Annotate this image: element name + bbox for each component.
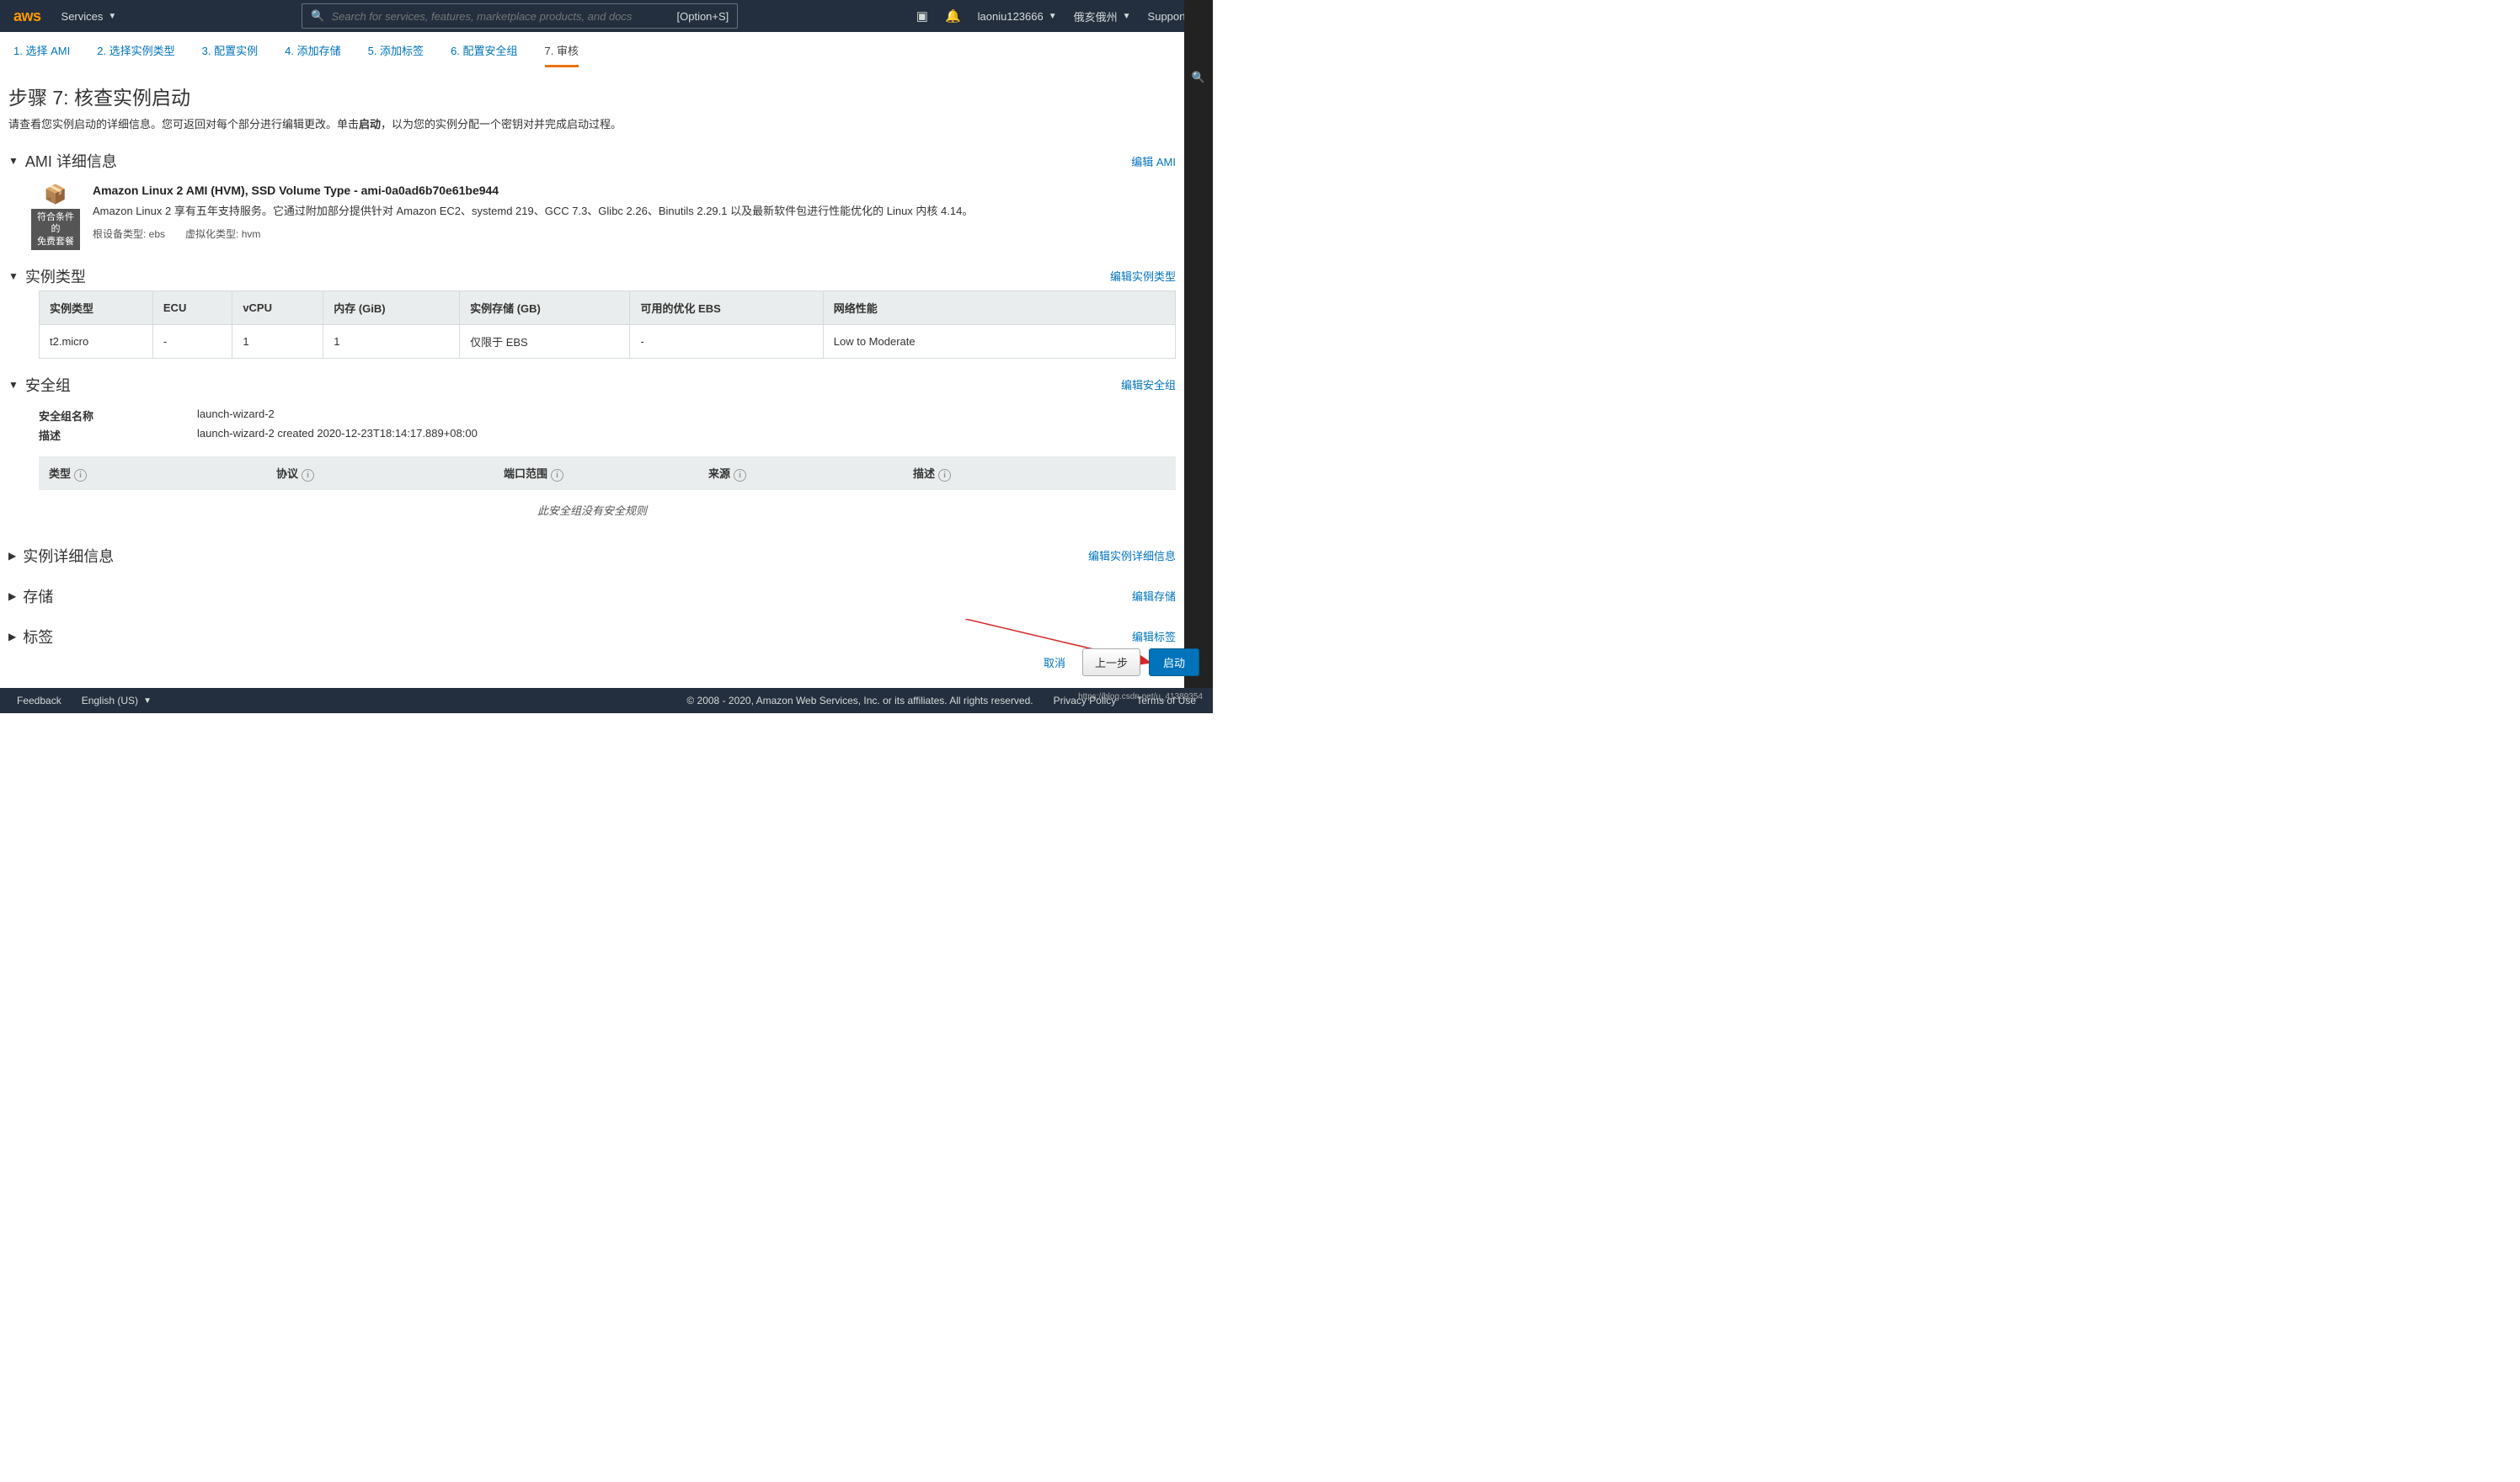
wizard-step-6[interactable]: 6. 配置安全组 (451, 42, 517, 67)
account-menu[interactable]: laoniu123666 ▼ (978, 10, 1057, 23)
edit-details-link[interactable]: 编辑实例详细信息 (1088, 547, 1176, 563)
sg-name-label: 安全组名称 (39, 408, 197, 424)
edit-ami-link[interactable]: 编辑 AMI (1131, 153, 1176, 169)
language-selector[interactable]: English (US) ▼ (82, 695, 152, 706)
table-row: t2.micro - 1 1 仅限于 EBS - Low to Moderate (40, 324, 1176, 358)
side-dock: 🔍 (1184, 0, 1213, 713)
cancel-button[interactable]: 取消 (1035, 649, 1074, 675)
cloudshell-icon[interactable]: ▣ (916, 8, 928, 24)
wizard-step-4[interactable]: 4. 添加存储 (285, 42, 340, 67)
bottom-footer: Feedback English (US) ▼ © 2008 - 2020, A… (0, 688, 1213, 713)
region-label: 俄亥俄州 (1074, 8, 1118, 24)
table-header-row: 实例类型 ECU vCPU 内存 (GiB) 实例存储 (GB) 可用的优化 E… (40, 291, 1176, 324)
search-box[interactable]: 🔍 [Option+S] (302, 3, 738, 29)
section-title-details: 实例详细信息 (23, 545, 114, 567)
section-instance-details: ▶ 实例详细信息 编辑实例详细信息 (8, 541, 1176, 570)
section-instance-type: ▼ 实例类型 编辑实例类型 实例类型 ECU vCPU 内存 (GiB) 实例存… (8, 262, 1176, 359)
sg-desc-label: 描述 (39, 427, 197, 443)
wizard-step-2[interactable]: 2. 选择实例类型 (97, 42, 174, 67)
caret-down-icon: ▼ (1049, 12, 1057, 21)
search-shortcut: [Option+S] (677, 10, 729, 23)
copyright-text: © 2008 - 2020, Amazon Web Services, Inc.… (686, 695, 1033, 706)
page-title: 步骤 7: 核查实例启动 (8, 82, 1176, 110)
info-icon[interactable]: i (551, 469, 563, 482)
info-icon[interactable]: i (938, 469, 951, 482)
edit-tags-link[interactable]: 编辑标签 (1132, 628, 1176, 644)
aws-header: aws Services ▼ 🔍 [Option+S] ▣ 🔔 laoniu12… (0, 0, 1213, 32)
free-tier-badge: 符合条件的 免费套餐 (31, 209, 80, 250)
info-icon[interactable]: i (734, 469, 746, 482)
expand-icon[interactable]: ▶ (8, 590, 16, 602)
header-right: ▣ 🔔 laoniu123666 ▼ 俄亥俄州 ▼ Support ▼ (916, 8, 1199, 24)
aws-logo[interactable]: aws (13, 8, 41, 25)
region-menu[interactable]: 俄亥俄州 ▼ (1074, 8, 1131, 24)
security-rules-table: 类型i 协议i 端口范围i 来源i 描述i (39, 456, 1176, 490)
services-label: Services (61, 10, 104, 23)
ami-title: Amazon Linux 2 AMI (HVM), SSD Volume Typ… (93, 184, 1176, 197)
root-device-type: 根设备类型: ebs (93, 227, 165, 241)
footer-buttons: 取消 上一步 启动 (1035, 648, 1199, 676)
section-ami: ▼ AMI 详细信息 编辑 AMI 📦 符合条件的 免费套餐 Amazon Li… (8, 147, 1176, 250)
wizard-steps: 1. 选择 AMI 2. 选择实例类型 3. 配置实例 4. 添加存储 5. 添… (0, 32, 1184, 77)
section-title-security: 安全组 (25, 374, 71, 396)
collapse-icon[interactable]: ▼ (8, 270, 19, 282)
ami-cube-icon: 📦 (44, 184, 67, 205)
wizard-step-7[interactable]: 7. 审核 (545, 42, 579, 67)
section-security-group: ▼ 安全组 编辑安全组 安全组名称 launch-wizard-2 描述 lau… (8, 370, 1176, 530)
table-header-row: 类型i 协议i 端口范围i 来源i 描述i (39, 456, 1176, 490)
sg-empty-message: 此安全组没有安全规则 (8, 490, 1176, 530)
bell-icon[interactable]: 🔔 (945, 8, 961, 24)
collapse-icon[interactable]: ▼ (8, 379, 19, 391)
previous-button[interactable]: 上一步 (1082, 648, 1140, 676)
section-title-tags: 标签 (23, 626, 53, 648)
info-icon[interactable]: i (302, 469, 314, 482)
services-menu[interactable]: Services ▼ (61, 10, 117, 23)
expand-icon[interactable]: ▶ (8, 631, 16, 642)
search-wrap: 🔍 [Option+S] (302, 3, 738, 29)
section-storage: ▶ 存储 编辑存储 (8, 582, 1176, 610)
sg-desc-value: launch-wizard-2 created 2020-12-23T18:14… (197, 427, 478, 443)
wizard-step-3[interactable]: 3. 配置实例 (202, 42, 258, 67)
main-content: 步骤 7: 核查实例启动 请查看您实例启动的详细信息。您可返回对每个部分进行编辑… (0, 77, 1184, 651)
collapse-icon[interactable]: ▼ (8, 155, 19, 167)
search-icon: 🔍 (311, 9, 324, 23)
caret-down-icon: ▼ (1123, 12, 1131, 21)
caret-down-icon: ▼ (143, 696, 152, 706)
section-title-instance-type: 实例类型 (25, 265, 86, 287)
edit-security-link[interactable]: 编辑安全组 (1121, 376, 1176, 392)
wizard-step-5[interactable]: 5. 添加标签 (368, 42, 424, 67)
expand-icon[interactable]: ▶ (8, 550, 16, 562)
wizard-step-1[interactable]: 1. 选择 AMI (13, 42, 70, 67)
page-description: 请查看您实例启动的详细信息。您可返回对每个部分进行编辑更改。单击启动，以为您的实… (8, 115, 1176, 131)
feedback-link[interactable]: Feedback (17, 695, 61, 706)
edit-storage-link[interactable]: 编辑存储 (1132, 588, 1176, 604)
search-input[interactable] (331, 10, 676, 23)
caret-down-icon: ▼ (108, 12, 116, 21)
support-label: Support (1148, 10, 1187, 23)
section-title-storage: 存储 (23, 585, 53, 607)
info-icon[interactable]: i (74, 469, 87, 482)
watermark: https://blog.csdn.net/u_41389354 (1078, 692, 1203, 701)
section-title-ami: AMI 详细信息 (25, 150, 117, 172)
edit-instance-type-link[interactable]: 编辑实例类型 (1110, 268, 1176, 284)
launch-button[interactable]: 启动 (1149, 648, 1199, 676)
instance-type-table: 实例类型 ECU vCPU 内存 (GiB) 实例存储 (GB) 可用的优化 E… (39, 291, 1176, 359)
ami-description: Amazon Linux 2 享有五年支持服务。它通过附加部分提供针对 Amaz… (93, 202, 1176, 218)
virtualization-type: 虚拟化类型: hvm (185, 227, 260, 241)
search-icon[interactable]: 🔍 (1184, 71, 1213, 84)
username-label: laoniu123666 (978, 10, 1044, 23)
sg-name-value: launch-wizard-2 (197, 408, 275, 424)
section-tags: ▶ 标签 编辑标签 (8, 622, 1176, 651)
